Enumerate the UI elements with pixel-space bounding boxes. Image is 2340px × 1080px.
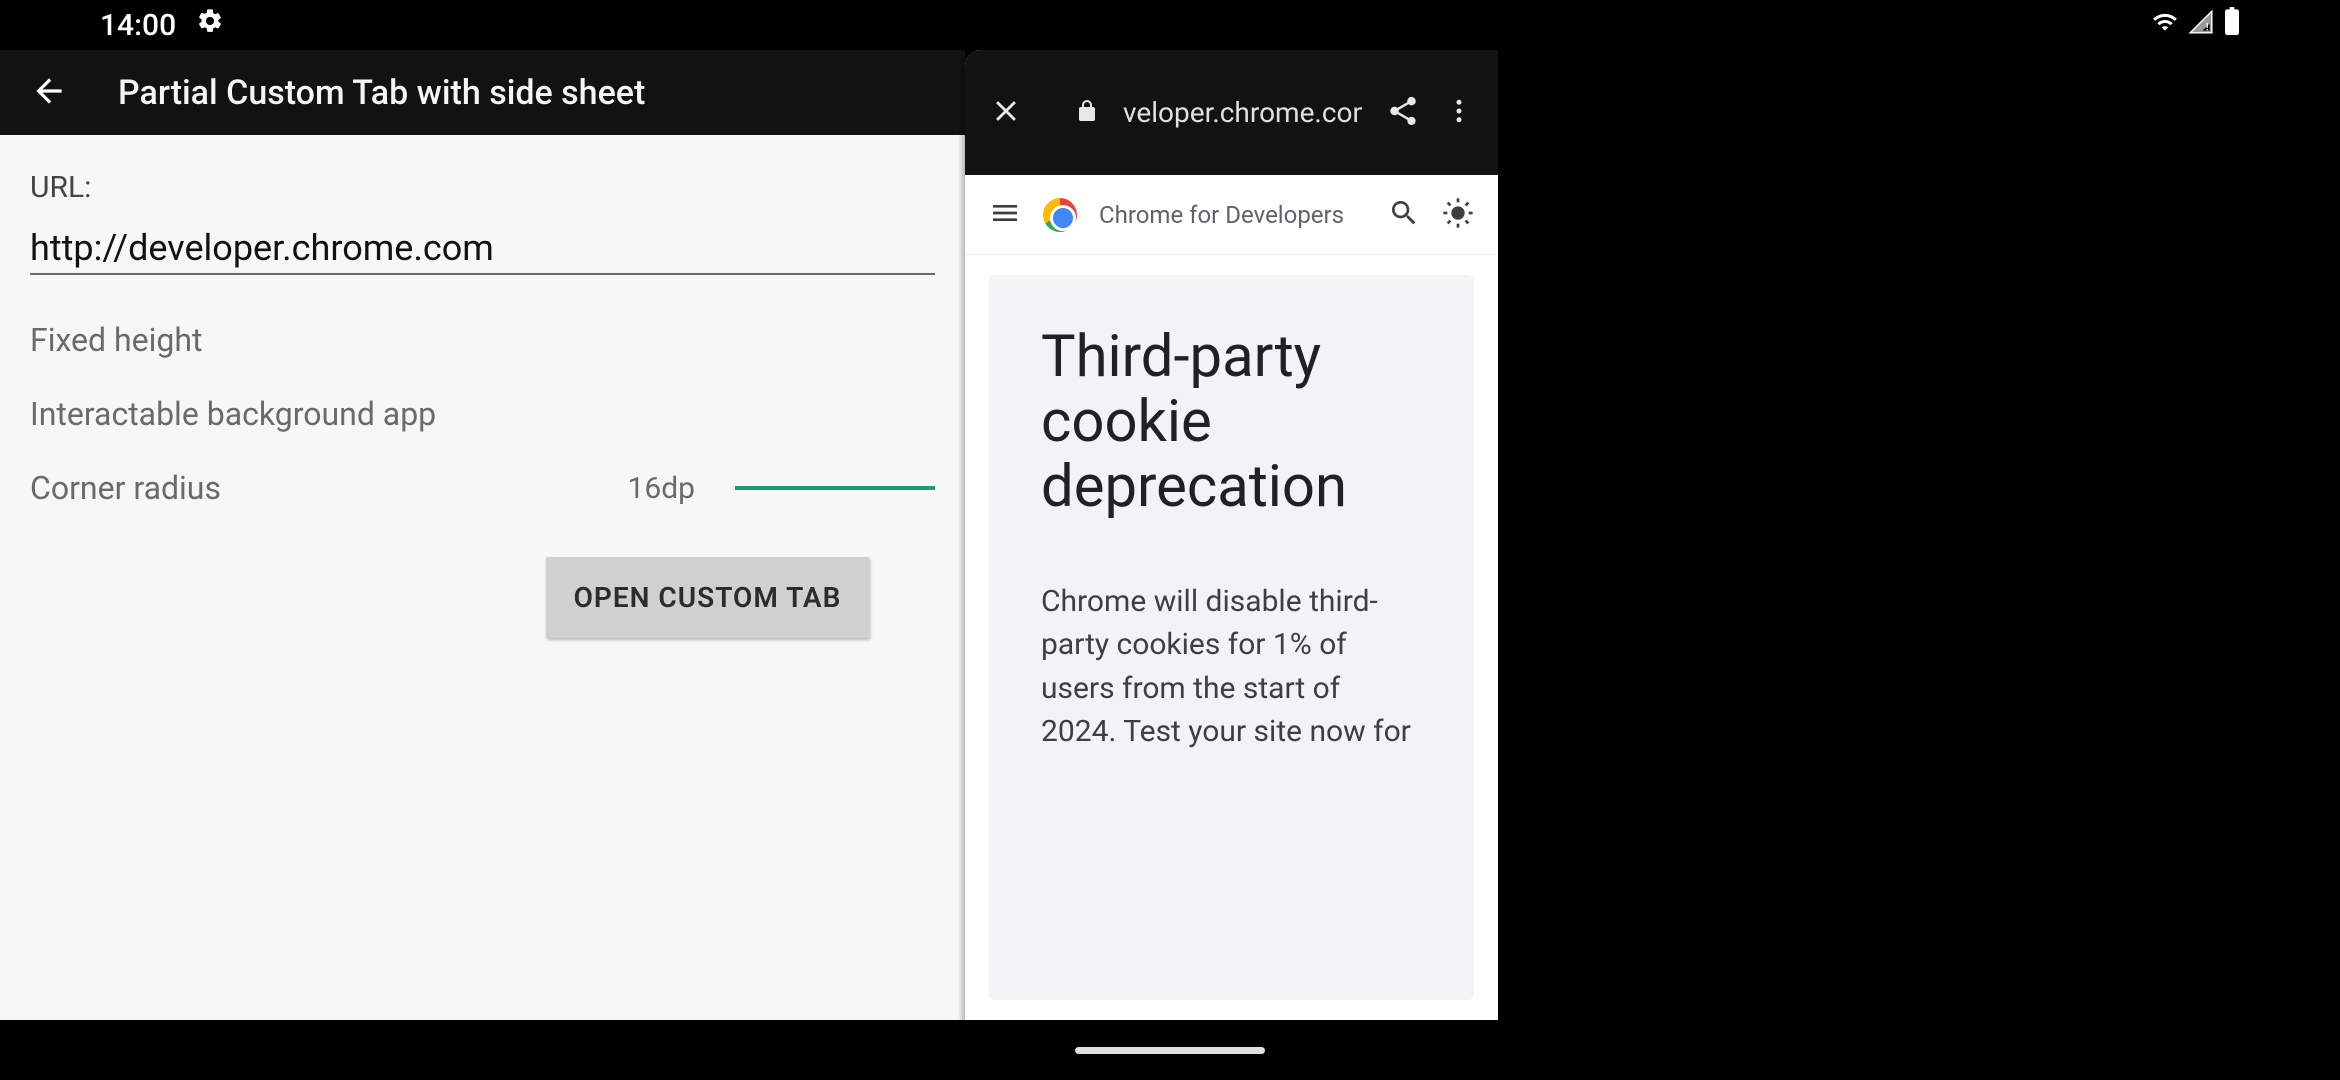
article-card: Third-party cookie deprecation Chrome wi… (989, 275, 1474, 1000)
site-header: Chrome for Developers (965, 175, 1498, 255)
nav-bar (0, 1020, 2340, 1080)
share-icon[interactable] (1386, 94, 1420, 132)
option-interactable-background[interactable]: Interactable background app (30, 395, 935, 433)
page-body[interactable]: Third-party cookie deprecation Chrome wi… (965, 255, 1498, 1020)
url-label: URL: (30, 170, 935, 205)
corner-radius-value: 16dp (628, 471, 696, 506)
lock-icon (1075, 96, 1099, 130)
chrome-logo-icon (1043, 198, 1077, 232)
main-region: Partial Custom Tab with side sheet URL: … (0, 50, 2340, 1020)
corner-radius-slider[interactable] (735, 486, 935, 490)
search-icon[interactable] (1388, 197, 1420, 233)
open-custom-tab-button[interactable]: OPEN CUSTOM TAB (546, 557, 870, 638)
corner-radius-row: Corner radius 16dp (30, 469, 935, 507)
svg-text:!: ! (2206, 22, 2209, 33)
custom-tab-toolbar: veloper.chrome.com (965, 50, 1498, 175)
gear-icon (196, 7, 224, 43)
status-right: ! (2152, 7, 2240, 43)
option-fixed-height-label: Fixed height (30, 321, 202, 359)
side-sheet: veloper.chrome.com Chrome for Developers (965, 50, 1498, 1020)
corner-radius-label: Corner radius (30, 469, 221, 507)
article-text: Chrome will disable third-party cookies … (1041, 580, 1422, 754)
wifi-icon (2152, 8, 2178, 43)
more-icon[interactable] (1444, 96, 1474, 130)
custom-tab-url[interactable]: veloper.chrome.com (1123, 96, 1362, 129)
battery-icon (2224, 7, 2240, 43)
option-interactable-bg-label: Interactable background app (30, 395, 436, 433)
site-name[interactable]: Chrome for Developers (1099, 201, 1366, 229)
hamburger-icon[interactable] (989, 197, 1021, 233)
nav-pill[interactable] (1075, 1047, 1265, 1054)
app-content: URL: Fixed height Interactable backgroun… (0, 135, 965, 1020)
status-bar: 14:00 ! (0, 0, 2340, 50)
close-icon[interactable] (989, 94, 1023, 132)
app-toolbar: Partial Custom Tab with side sheet (0, 50, 965, 135)
article-title: Third-party cookie deprecation (1041, 325, 1422, 520)
status-left: 14:00 (100, 7, 224, 43)
option-fixed-height[interactable]: Fixed height (30, 321, 935, 359)
page-title: Partial Custom Tab with side sheet (118, 73, 645, 113)
url-input[interactable] (30, 227, 935, 269)
theme-icon[interactable] (1442, 197, 1474, 233)
right-black-margin (1498, 50, 2340, 1020)
status-time: 14:00 (100, 8, 176, 43)
signal-icon: ! (2188, 8, 2214, 43)
app-left-pane: Partial Custom Tab with side sheet URL: … (0, 50, 965, 1020)
back-arrow-icon[interactable] (30, 72, 68, 114)
url-input-wrap (30, 227, 935, 275)
